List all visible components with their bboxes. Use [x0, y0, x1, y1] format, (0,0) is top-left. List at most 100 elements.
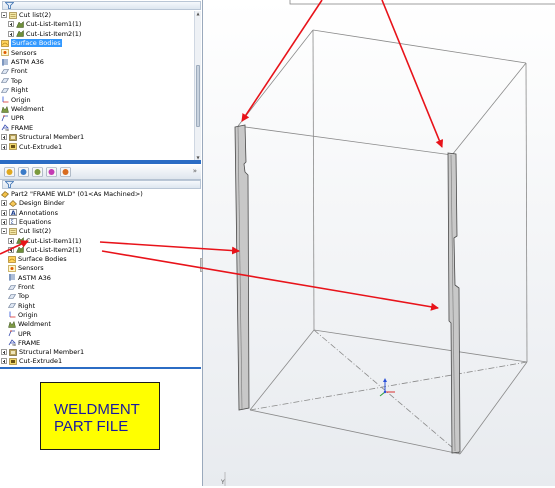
filter-icon	[5, 181, 14, 188]
tree-item[interactable]: Weldment	[8, 320, 51, 328]
upper-tree-filter[interactable]	[2, 1, 201, 10]
upper-tree-scroll-thumb[interactable]	[196, 65, 200, 127]
tree-item[interactable]: ASTM A36	[8, 274, 51, 282]
collapse-icon[interactable]	[1, 12, 7, 18]
dimxpert-tab-icon[interactable]	[46, 167, 57, 177]
tree-item[interactable]: Cut list(2)	[1, 227, 51, 235]
cut-extrude-icon	[9, 358, 17, 365]
tree-item[interactable]: UPR	[1, 114, 24, 122]
tree-item[interactable]: Sensors	[8, 264, 44, 272]
expand-icon[interactable]	[1, 143, 7, 150]
sensors-icon	[1, 49, 9, 56]
tree-item-label: Weldment	[18, 320, 51, 329]
upper-tree-scrollbar[interactable]: ▲ ▼	[194, 11, 201, 160]
tree-item-label: Right	[18, 301, 36, 310]
tree-item[interactable]: Part2 "FRAME WLD" (01<As Machined>)	[1, 190, 143, 198]
tree-item[interactable]: Cut-Extrude1	[1, 357, 62, 365]
svg-text:A: A	[11, 210, 16, 216]
tree-item-label: Front	[11, 67, 28, 76]
frame-model-view[interactable]: Y	[203, 0, 555, 486]
tree-item[interactable]: Surface Bodies	[1, 39, 62, 48]
tree-item[interactable]: Cut-List-Item1(1)	[8, 237, 81, 245]
expand-icon[interactable]	[1, 134, 7, 141]
tree-item-label: FRAME	[11, 123, 34, 132]
tree-item[interactable]: Front	[8, 283, 34, 291]
collapse-icon[interactable]	[1, 228, 7, 235]
tree-item[interactable]: Cut-Extrude1	[1, 143, 62, 151]
tree-item-label: Cut-Extrude1	[19, 357, 63, 366]
more-tabs-icon[interactable]: »	[193, 167, 197, 175]
note-line-2: PART FILE	[54, 418, 129, 435]
note-line-1: WELDMENT	[54, 401, 140, 418]
tree-item[interactable]: Right	[8, 302, 35, 310]
3d-sketch-icon: 3D	[8, 339, 16, 346]
design-binder-icon	[9, 199, 17, 207]
sketch-icon	[8, 330, 16, 337]
wireframe-edge	[451, 62, 527, 156]
tree-item-label: Design Binder	[19, 199, 65, 208]
tree-item[interactable]: 3D FRAME	[1, 124, 33, 132]
weldment-member-icon	[16, 246, 24, 254]
tree-item-label: Weldment	[11, 105, 44, 113]
tree-item[interactable]: Top	[1, 77, 22, 85]
expand-icon[interactable]	[1, 349, 7, 356]
svg-text:3D: 3D	[12, 343, 16, 346]
expand-icon[interactable]	[8, 30, 14, 37]
plane-icon	[1, 87, 9, 94]
panel-split-bar[interactable]	[0, 160, 201, 164]
expand-icon[interactable]	[1, 218, 7, 225]
tree-item[interactable]: Origin	[1, 96, 31, 104]
part-icon	[1, 190, 9, 198]
tree-item[interactable]: Structural Member1	[1, 348, 84, 356]
surface-bodies-icon	[8, 255, 16, 263]
expand-icon[interactable]	[8, 246, 14, 253]
weldment-member-icon	[16, 237, 24, 244]
svg-text:Σ: Σ	[11, 220, 14, 226]
tree-item[interactable]: UPR	[8, 330, 31, 338]
tree-item-label: Annotations	[19, 208, 59, 217]
plane-icon	[8, 284, 16, 291]
tree-item[interactable]: A Annotations	[1, 209, 58, 217]
tree-item[interactable]: Cut-List-Item1(1)	[8, 20, 81, 28]
expand-icon[interactable]	[1, 358, 7, 365]
tree-item[interactable]: Cut-List-Item2(1)	[8, 30, 81, 38]
structural-member-right[interactable]	[447, 152, 461, 454]
graphics-area[interactable]: Y	[203, 0, 555, 486]
display-manager-tab-icon[interactable]	[60, 167, 71, 177]
cut-extrude-icon	[9, 143, 17, 150]
tree-item[interactable]: Weldment	[1, 105, 44, 113]
propertymanager-tab-icon[interactable]	[18, 167, 29, 177]
tree-item[interactable]: Surface Bodies	[8, 255, 67, 263]
tree-item-label: Equations	[19, 217, 52, 226]
tree-item[interactable]: Structural Member1	[1, 133, 84, 141]
structural-member-left[interactable]	[234, 124, 250, 411]
material-icon	[8, 274, 16, 282]
tree-item-label: Sensors	[18, 264, 44, 273]
scroll-up-icon[interactable]: ▲	[195, 11, 201, 16]
tree-item[interactable]: Cut list(2)	[1, 11, 51, 19]
configurationmanager-tab-icon[interactable]	[32, 167, 43, 177]
tree-item[interactable]: Σ Equations	[1, 218, 51, 226]
feature-manager-panel: Cut list(2) Cut-List-Item1(1) Cut-List-Ite…	[0, 0, 203, 486]
manager-tabs: »	[0, 165, 201, 180]
tree-item-label: Origin	[18, 310, 38, 319]
expand-icon[interactable]	[1, 200, 7, 207]
expand-icon[interactable]	[8, 237, 14, 244]
expand-icon[interactable]	[8, 21, 14, 28]
tree-item-label: Cut list(2)	[19, 227, 52, 236]
tree-item[interactable]: Front	[1, 67, 27, 75]
weldment-member-icon	[16, 20, 24, 28]
tree-item[interactable]: Top	[8, 292, 29, 300]
tree-item[interactable]: Design Binder	[1, 199, 65, 207]
tree-item[interactable]: Sensors	[1, 49, 37, 57]
lower-tree-filter[interactable]	[2, 180, 201, 189]
tree-item-label: Part2 "FRAME WLD" (01<As Machined>)	[11, 190, 143, 198]
tree-item[interactable]: Right	[1, 86, 28, 94]
tree-item[interactable]: Cut-List-Item2(1)	[8, 246, 81, 254]
plane-icon	[8, 302, 16, 309]
featuremanager-tab-icon[interactable]	[4, 167, 15, 177]
tree-item[interactable]: Origin	[8, 311, 38, 319]
tree-item[interactable]: 3D FRAME	[8, 339, 40, 347]
expand-icon[interactable]	[1, 209, 7, 216]
tree-item[interactable]: ASTM A36	[1, 58, 44, 66]
